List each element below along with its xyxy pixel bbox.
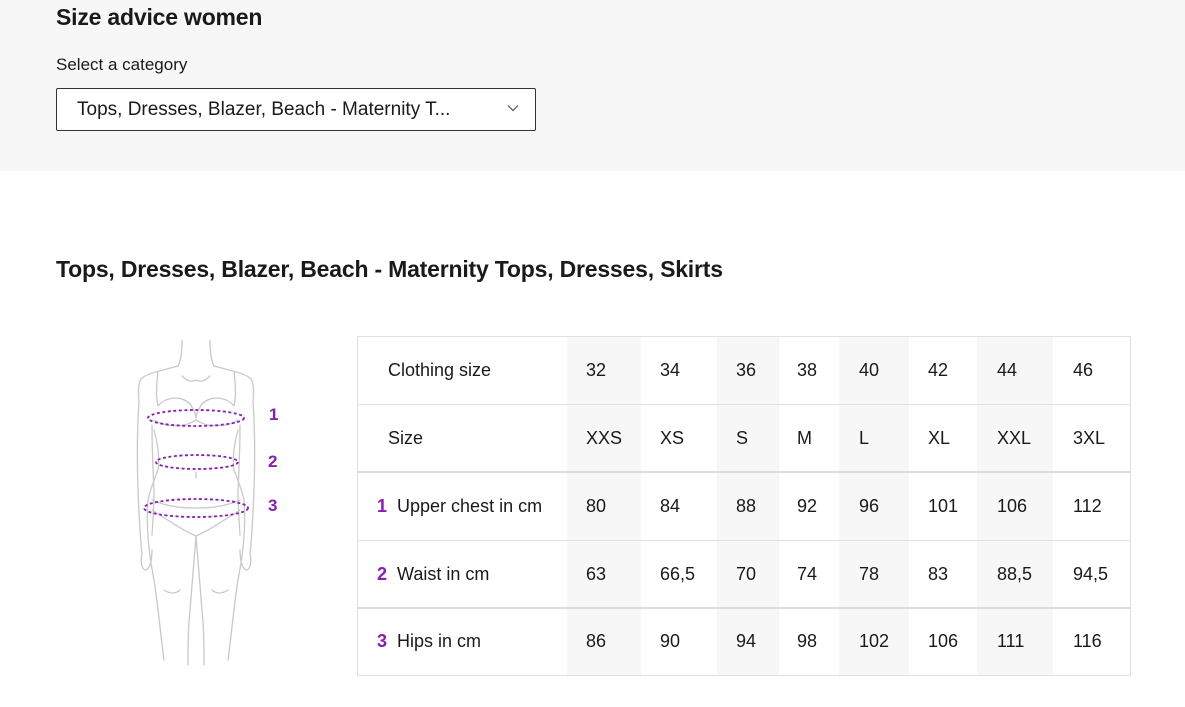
table-cell: 38 bbox=[797, 360, 818, 380]
table-cell: 98 bbox=[797, 631, 818, 651]
page-title: Size advice women bbox=[56, 4, 263, 30]
row-label: 2 Waist in cm bbox=[377, 541, 489, 608]
table-cell: 34 bbox=[660, 360, 681, 380]
table-cell: 106 bbox=[928, 631, 959, 651]
section-title: Tops, Dresses, Blazer, Beach - Maternity… bbox=[56, 256, 723, 282]
row-number: 2 bbox=[377, 564, 388, 584]
table-cell: 101 bbox=[928, 496, 959, 516]
row-number: 3 bbox=[377, 631, 388, 651]
table-cell: 40 bbox=[859, 360, 880, 380]
table-cell: 88,5 bbox=[997, 564, 1033, 584]
row-number: 1 bbox=[377, 496, 388, 516]
select-label: Select a category bbox=[56, 55, 188, 74]
row-label-text: Waist in cm bbox=[397, 564, 490, 584]
row-label: Clothing size bbox=[388, 360, 492, 380]
table-cell: 116 bbox=[1073, 631, 1102, 651]
table-cell: 46 bbox=[1073, 360, 1094, 380]
row-label: 3 Hips in cm bbox=[377, 608, 481, 675]
chevron-down-icon bbox=[507, 105, 519, 112]
table-cell: 80 bbox=[586, 496, 607, 516]
row-label: 1 Upper chest in cm bbox=[377, 473, 542, 540]
body-measurement-figure: 1 2 3 bbox=[120, 339, 290, 674]
table-cell: 3XL bbox=[1073, 428, 1106, 448]
table-cell: 86 bbox=[586, 631, 607, 651]
table-cell: XS bbox=[660, 428, 685, 448]
table-cell: XL bbox=[928, 428, 951, 448]
category-select[interactable]: Tops, Dresses, Blazer, Beach - Maternity… bbox=[56, 88, 536, 131]
hips-marker: 3 bbox=[268, 496, 278, 515]
waist-marker: 2 bbox=[268, 452, 278, 471]
table-cell: 102 bbox=[859, 631, 890, 651]
table-cell: 94 bbox=[736, 631, 757, 651]
table-cell: 83 bbox=[928, 564, 949, 584]
category-select-value: Tops, Dresses, Blazer, Beach - Maternity… bbox=[77, 99, 451, 120]
size-table: Clothing size 32 34 36 38 40 42 44 46 Si… bbox=[357, 336, 1131, 676]
row-label-text: Upper chest in cm bbox=[397, 496, 543, 516]
table-cell: 111 bbox=[997, 631, 1025, 651]
table-cell: 66,5 bbox=[660, 564, 696, 584]
table-row: 1 Upper chest in cm 80 84 88 92 96 101 10… bbox=[358, 473, 1130, 540]
table-cell: 90 bbox=[660, 631, 681, 651]
table-cell: 92 bbox=[797, 496, 818, 516]
table-cell: 96 bbox=[859, 496, 880, 516]
table-cell: 84 bbox=[660, 496, 681, 516]
row-label: Size bbox=[388, 428, 424, 448]
table-cell: 88 bbox=[736, 496, 757, 516]
table-cell: 112 bbox=[1073, 496, 1102, 516]
table-cell: 78 bbox=[859, 564, 880, 584]
row-label-text: Hips in cm bbox=[397, 631, 482, 651]
table-cell: 36 bbox=[736, 360, 757, 380]
table-row: 3 Hips in cm 86 90 94 98 102 106 111 116 bbox=[358, 608, 1130, 675]
table-cell: 32 bbox=[586, 360, 607, 380]
table-cell: XXL bbox=[997, 428, 1032, 448]
table-cell: 44 bbox=[997, 360, 1018, 380]
table-cell: M bbox=[797, 428, 812, 448]
table-cell: 63 bbox=[586, 564, 607, 584]
body-outline-illustration bbox=[136, 339, 256, 666]
table-cell: 106 bbox=[997, 496, 1028, 516]
table-cell: 74 bbox=[797, 564, 818, 584]
chest-marker: 1 bbox=[269, 405, 279, 424]
table-row: 2 Waist in cm 63 66,5 70 74 78 83 88,5 94… bbox=[358, 541, 1130, 608]
table-row: Clothing size 32 34 36 38 40 42 44 46 bbox=[358, 337, 1130, 404]
table-row: Size XXS XS S M L XL XXL 3XL bbox=[358, 405, 1130, 472]
table-cell: L bbox=[859, 428, 870, 448]
table-cell: 70 bbox=[736, 564, 757, 584]
table-cell: 42 bbox=[928, 360, 949, 380]
table-cell: S bbox=[736, 428, 749, 448]
table-cell: XXS bbox=[586, 428, 623, 448]
table-cell: 94,5 bbox=[1073, 564, 1109, 584]
category-header: Size advice women Select a category Tops… bbox=[0, 0, 1185, 171]
